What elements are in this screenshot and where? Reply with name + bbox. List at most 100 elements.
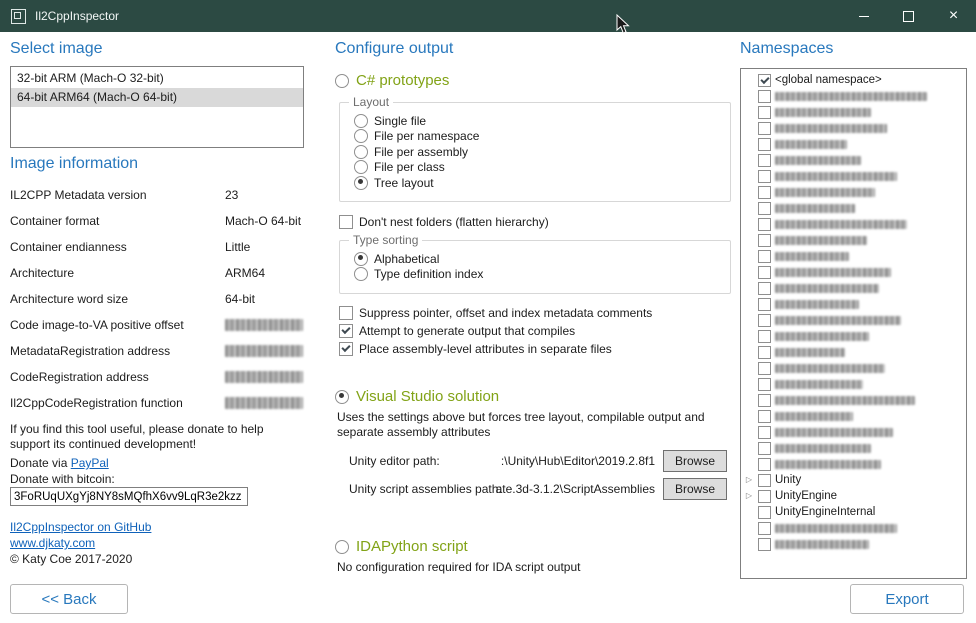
redacted-namespace	[775, 172, 897, 181]
visual-studio-radio[interactable]	[335, 390, 349, 404]
minimize-button[interactable]	[841, 0, 886, 32]
namespace-row	[744, 408, 966, 424]
back-button[interactable]: << Back	[10, 584, 128, 614]
paypal-link[interactable]: PayPal	[71, 456, 109, 470]
redacted-namespace	[775, 524, 897, 533]
export-button[interactable]: Export	[850, 584, 964, 614]
namespace-checkbox[interactable]	[758, 410, 771, 423]
namespace-checkbox[interactable]	[758, 138, 771, 151]
namespace-checkbox[interactable]	[758, 234, 771, 247]
layout-option-radio[interactable]	[354, 145, 368, 159]
namespace-checkbox[interactable]	[758, 330, 771, 343]
redacted-namespace	[775, 140, 847, 149]
namespace-checkbox[interactable]	[758, 346, 771, 359]
namespace-row	[744, 344, 966, 360]
path-value: :\Unity\Hub\Editor\2019.2.8f1	[501, 454, 655, 468]
csharp-prototypes-option: C# prototypes	[335, 72, 449, 89]
namespace-checkbox[interactable]	[758, 490, 771, 503]
expander-icon[interactable]: ▷	[744, 472, 754, 488]
namespace-checkbox[interactable]	[758, 106, 771, 119]
flatten-label: Don't nest folders (flatten hierarchy)	[359, 215, 549, 229]
namespace-checkbox[interactable]	[758, 202, 771, 215]
image-listbox[interactable]: 32-bit ARM (Mach-O 32-bit)64-bit ARM64 (…	[10, 66, 304, 148]
browse-button[interactable]: Browse	[663, 450, 727, 472]
namespace-checkbox[interactable]	[758, 538, 771, 551]
layout-option-radio[interactable]	[354, 160, 368, 174]
idapython-option: IDAPython script	[335, 538, 468, 555]
namespace-checkbox[interactable]	[758, 426, 771, 439]
layout-option-radio[interactable]	[354, 176, 368, 190]
visual-studio-option: Visual Studio solution	[335, 388, 499, 405]
namespace-row	[744, 248, 966, 264]
expander-icon[interactable]: ▷	[744, 488, 754, 504]
layout-group-legend: Layout	[349, 95, 393, 109]
donate-text: If you find this tool useful, please don…	[10, 422, 302, 452]
output-checkbox[interactable]	[339, 324, 353, 338]
namespace-row	[744, 136, 966, 152]
namespace-row	[744, 280, 966, 296]
redacted-namespace	[775, 188, 875, 197]
layout-option-label: File per assembly	[374, 145, 468, 159]
namespace-checkbox[interactable]	[758, 458, 771, 471]
namespace-checkbox[interactable]	[758, 90, 771, 103]
namespace-checkbox[interactable]	[758, 218, 771, 231]
close-button[interactable]: ×	[931, 0, 976, 32]
namespace-checkbox[interactable]	[758, 378, 771, 391]
namespace-checkbox[interactable]	[758, 394, 771, 407]
bitcoin-address-input[interactable]	[10, 487, 248, 506]
image-list-item[interactable]: 32-bit ARM (Mach-O 32-bit)	[11, 69, 303, 88]
namespace-checkbox[interactable]	[758, 506, 771, 519]
namespace-checkbox[interactable]	[758, 154, 771, 167]
namespace-checkbox[interactable]	[758, 474, 771, 487]
namespace-row: ▷UnityEngine	[744, 488, 966, 504]
redacted-namespace	[775, 428, 893, 437]
layout-option-row: File per assembly	[354, 144, 724, 160]
website-link[interactable]: www.djkaty.com	[10, 536, 95, 550]
namespace-checkbox[interactable]	[758, 74, 771, 87]
namespace-checkbox[interactable]	[758, 170, 771, 183]
output-checkbox[interactable]	[339, 306, 353, 320]
idapython-radio[interactable]	[335, 540, 349, 554]
unity-path-fields: Unity editor path::\Unity\Hub\Editor\201…	[335, 450, 735, 506]
layout-option-radio[interactable]	[354, 129, 368, 143]
output-checkbox[interactable]	[339, 342, 353, 356]
type-sorting-legend: Type sorting	[349, 233, 422, 247]
layout-option-label: File per namespace	[374, 129, 479, 143]
redacted-namespace	[775, 332, 869, 341]
namespace-checkbox[interactable]	[758, 314, 771, 327]
namespace-checkbox[interactable]	[758, 442, 771, 455]
namespaces-tree[interactable]: <global namespace>▷Unity▷UnityEngineUnit…	[740, 68, 967, 579]
namespace-checkbox[interactable]	[758, 122, 771, 135]
info-value: 23	[225, 188, 238, 202]
namespace-checkbox[interactable]	[758, 362, 771, 375]
image-list-item[interactable]: 64-bit ARM64 (Mach-O 64-bit)	[11, 88, 303, 107]
layout-option-row: Tree layout	[354, 175, 724, 191]
maximize-button[interactable]	[886, 0, 931, 32]
layout-option-radio[interactable]	[354, 114, 368, 128]
redacted-namespace	[775, 156, 861, 165]
namespace-row	[744, 216, 966, 232]
image-info-row: Architecture word size64-bit	[10, 288, 306, 314]
output-checkbox-label: Place assembly-level attributes in separ…	[359, 342, 612, 356]
namespace-checkbox[interactable]	[758, 250, 771, 263]
namespace-checkbox[interactable]	[758, 298, 771, 311]
namespace-checkbox[interactable]	[758, 282, 771, 295]
output-checkbox-row: Suppress pointer, offset and index metad…	[339, 304, 652, 322]
github-link[interactable]: Il2CppInspector on GitHub	[10, 520, 151, 534]
sorting-option-radio[interactable]	[354, 267, 368, 281]
namespace-checkbox[interactable]	[758, 522, 771, 535]
visual-studio-label: Visual Studio solution	[356, 388, 499, 405]
maximize-icon	[903, 11, 914, 22]
namespace-row	[744, 296, 966, 312]
info-value: 64-bit	[225, 292, 255, 306]
sorting-option-radio[interactable]	[354, 252, 368, 266]
browse-button[interactable]: Browse	[663, 478, 727, 500]
redacted-namespace	[775, 380, 863, 389]
image-info-row: Container endiannessLittle	[10, 236, 306, 262]
namespace-row	[744, 536, 966, 552]
redacted-namespace	[775, 540, 869, 549]
csharp-prototypes-radio[interactable]	[335, 74, 349, 88]
flatten-checkbox[interactable]	[339, 215, 353, 229]
namespace-checkbox[interactable]	[758, 186, 771, 199]
namespace-checkbox[interactable]	[758, 266, 771, 279]
